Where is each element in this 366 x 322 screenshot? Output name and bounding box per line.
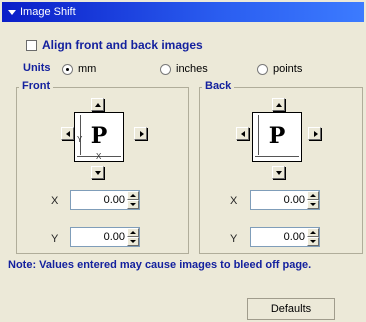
back-shift-down-button[interactable] (272, 166, 285, 179)
front-shift-up-button[interactable] (91, 98, 104, 111)
align-checkbox[interactable] (26, 39, 37, 51)
spin-up-button[interactable] (307, 228, 319, 237)
preview-y-mark: Y (77, 135, 83, 144)
unit-radio-inches[interactable] (160, 63, 171, 75)
arrow-right-icon (140, 131, 144, 137)
back-group-label: Back (202, 80, 235, 92)
front-x-value[interactable]: 0.00 (71, 194, 127, 206)
align-option[interactable]: Align front and back images (26, 38, 203, 52)
front-y-value[interactable]: 0.00 (71, 231, 127, 243)
defaults-button[interactable]: Defaults (247, 298, 335, 320)
front-shift-left-button[interactable] (61, 127, 74, 140)
back-shift-left-button[interactable] (236, 127, 249, 140)
spin-down-button[interactable] (127, 200, 139, 209)
front-shift-down-button[interactable] (91, 166, 104, 179)
spin-up-button[interactable] (127, 191, 139, 200)
front-page-preview: P Y X (74, 112, 124, 162)
back-y-value[interactable]: 0.00 (251, 231, 307, 243)
front-x-label: X (51, 195, 59, 207)
unit-option-mm[interactable]: mm (62, 63, 96, 75)
unit-option-inches[interactable]: inches (160, 63, 208, 75)
preview-letter: P (268, 123, 286, 149)
spin-down-button[interactable] (307, 200, 319, 209)
unit-label-points: points (273, 63, 303, 75)
back-x-value[interactable]: 0.00 (251, 194, 307, 206)
back-y-spinner[interactable] (307, 228, 319, 246)
unit-label-inches: inches (176, 63, 208, 75)
spin-down-button[interactable] (307, 237, 319, 246)
front-y-field[interactable]: 0.00 (70, 227, 140, 247)
unit-option-points[interactable]: points (257, 63, 302, 75)
back-y-label: Y (230, 233, 238, 245)
arrow-up-icon (95, 103, 101, 107)
back-x-field[interactable]: 0.00 (250, 190, 320, 210)
collapse-icon[interactable] (8, 9, 16, 15)
spin-up-button[interactable] (307, 191, 319, 200)
defaults-label: Defaults (270, 303, 312, 315)
back-y-field[interactable]: 0.00 (250, 227, 320, 247)
spin-down-button[interactable] (127, 237, 139, 246)
front-shift-right-button[interactable] (134, 127, 147, 140)
unit-label-mm: mm (78, 63, 97, 75)
units-label: Units (23, 62, 51, 74)
arrow-up-icon (276, 103, 282, 107)
x-axis-line (255, 156, 299, 157)
unit-radio-points[interactable] (257, 63, 268, 75)
spin-up-button[interactable] (127, 228, 139, 237)
bleed-note: Note: Values entered may cause images to… (8, 259, 312, 271)
arrow-left-icon (66, 131, 70, 137)
back-x-spinner[interactable] (307, 191, 319, 209)
arrow-left-icon (241, 131, 245, 137)
front-x-field[interactable]: 0.00 (70, 190, 140, 210)
arrow-down-icon (95, 171, 101, 175)
image-shift-panel: Image Shift Align front and back images … (0, 0, 366, 322)
preview-x-mark: X (96, 152, 102, 161)
unit-radio-mm[interactable] (62, 63, 73, 75)
front-group-label: Front (19, 80, 54, 92)
back-x-label: X (230, 195, 238, 207)
arrow-down-icon (276, 171, 282, 175)
front-y-spinner[interactable] (127, 228, 139, 246)
panel-title: Image Shift (20, 6, 76, 18)
back-shift-right-button[interactable] (308, 127, 321, 140)
front-x-spinner[interactable] (127, 191, 139, 209)
arrow-right-icon (314, 131, 318, 137)
panel-title-bar[interactable]: Image Shift (2, 2, 364, 22)
back-shift-up-button[interactable] (272, 98, 285, 111)
back-page-preview: P (252, 112, 302, 162)
align-label: Align front and back images (42, 38, 203, 52)
front-y-label: Y (51, 233, 59, 245)
